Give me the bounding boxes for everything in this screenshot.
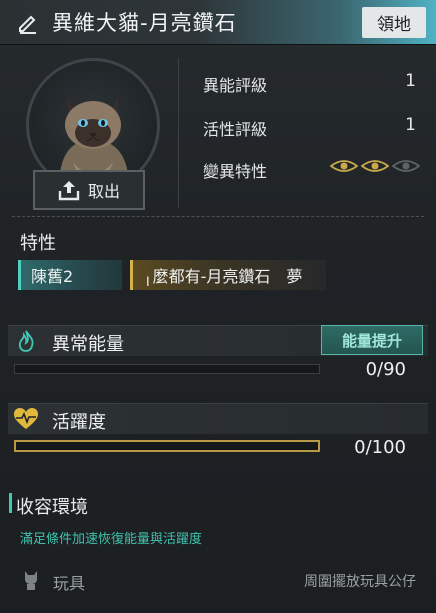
energy-value: 0/90 xyxy=(365,359,406,380)
ability-rating-value: 1 xyxy=(405,71,416,91)
energy-progress-bar xyxy=(14,364,320,374)
environment-title: 收容環境 xyxy=(16,497,88,518)
pet-detail-panel: 異維大貓-月亮鑽石 領地 取出 異能評級 1 活性評級 1 變異特性 特性 陳舊… xyxy=(0,0,436,613)
take-out-label: 取出 xyxy=(87,182,120,201)
upload-icon xyxy=(58,181,80,201)
traits-title: 特性 xyxy=(20,233,56,254)
toy-hint: 周圍擺放玩具公仔 xyxy=(304,574,416,590)
mutation-eyes xyxy=(330,159,420,173)
header-bar: 異維大貓-月亮鑽石 領地 xyxy=(0,0,436,45)
energy-label: 異常能量 xyxy=(52,334,124,355)
section-divider xyxy=(12,216,424,217)
activity-rating-value: 1 xyxy=(405,115,416,135)
activity-row: 活躍度 xyxy=(8,403,428,434)
pencil-edit-icon[interactable] xyxy=(16,11,40,35)
environment-subtitle: 滿足條件加速恢復能量與活躍度 xyxy=(20,532,203,547)
flame-icon xyxy=(18,330,34,352)
activity-label: 活躍度 xyxy=(52,412,106,433)
territory-button[interactable]: 領地 xyxy=(362,7,426,38)
pet-name-title: 異維大貓-月亮鑽石 xyxy=(52,11,237,35)
eye-icon-active xyxy=(361,160,389,172)
mutation-trait-label: 變異特性 xyxy=(203,162,268,181)
energy-boost-button[interactable]: 能量提升 xyxy=(321,325,423,355)
eye-icon-active xyxy=(330,160,358,172)
eye-icon-inactive xyxy=(392,160,420,172)
activity-rating-label: 活性評級 xyxy=(203,120,268,139)
toy-label: 玩具 xyxy=(53,574,86,593)
ability-rating-label: 異能評級 xyxy=(203,76,268,95)
trait-chip[interactable]: ╷麼都有-月亮鑽石 夢 xyxy=(130,260,326,290)
environment-accent xyxy=(9,493,12,513)
vertical-divider xyxy=(178,58,179,208)
toy-icon xyxy=(25,571,37,590)
activity-value: 0/100 xyxy=(354,437,406,458)
take-out-button[interactable]: 取出 xyxy=(33,170,145,210)
heartbeat-icon xyxy=(14,408,38,429)
trait-chip[interactable]: 陳舊2 xyxy=(18,260,122,290)
activity-progress-bar xyxy=(14,440,320,452)
